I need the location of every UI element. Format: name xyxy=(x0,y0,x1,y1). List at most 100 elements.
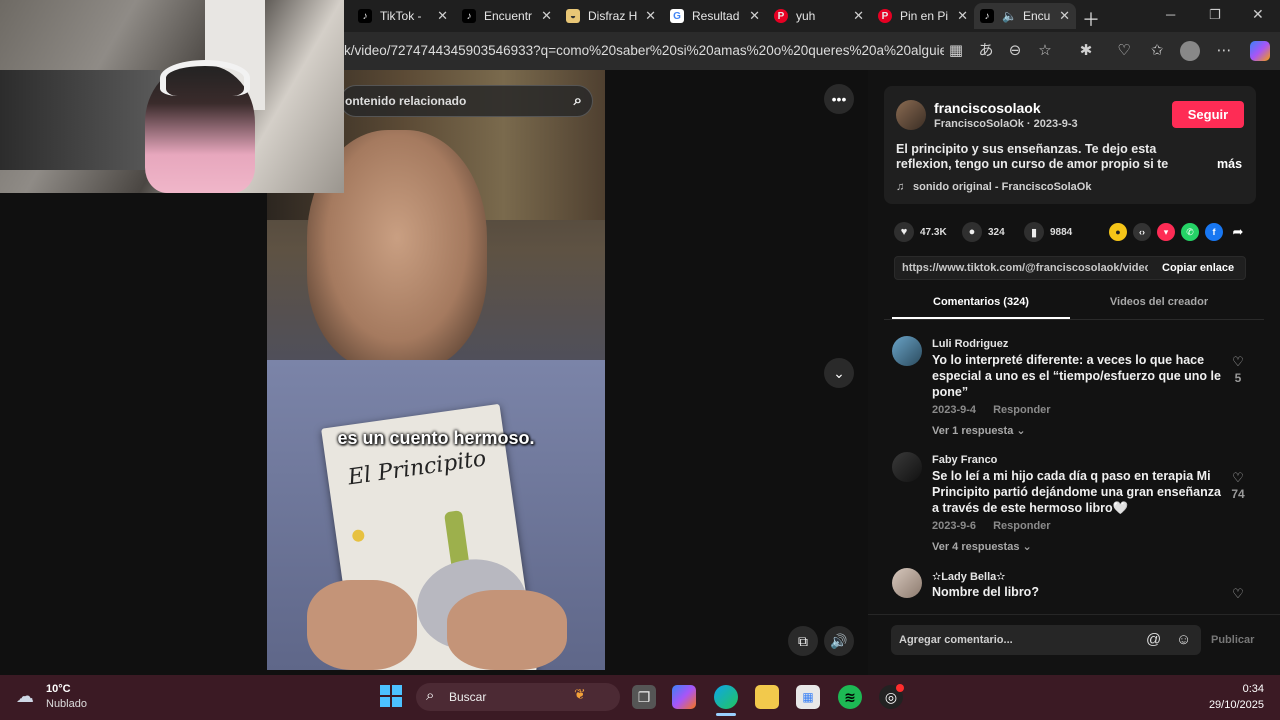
miniplayer-button[interactable]: ⧉ xyxy=(788,626,818,656)
restore-button[interactable]: ❐ xyxy=(1209,7,1221,23)
weather-desc: Nublado xyxy=(46,698,87,710)
whatsapp-icon[interactable]: ✆ xyxy=(1181,223,1199,241)
commenter-name[interactable]: Luli Rodriguez xyxy=(932,338,1008,350)
creator-username[interactable]: franciscosolaok xyxy=(934,100,1041,116)
translate-icon[interactable]: あ xyxy=(976,41,996,61)
comment-date: 2023-9-6 xyxy=(932,520,977,532)
copy-link-button[interactable]: Copiar enlace xyxy=(1162,262,1234,274)
favorite-star-icon[interactable]: ☆ xyxy=(1035,41,1055,61)
view-replies-link[interactable]: Ver 1 respuesta ⌄ xyxy=(932,424,1026,437)
creator-avatar[interactable] xyxy=(896,100,926,130)
comment-text: Nombre del libro? xyxy=(932,585,1039,599)
comment-like-icon[interactable]: ♡ xyxy=(1228,470,1248,486)
send-share-icon[interactable]: ▾ xyxy=(1157,223,1175,241)
commenter-avatar[interactable] xyxy=(892,452,922,482)
minimize-button[interactable]: ─ xyxy=(1166,7,1175,22)
extensions-icon[interactable]: ✱ xyxy=(1076,41,1096,61)
embed-code-icon[interactable]: ‹› xyxy=(1133,223,1151,241)
reply-button[interactable]: Responder xyxy=(993,520,1050,532)
emoji-icon[interactable]: ☺ xyxy=(1176,631,1191,648)
profile-avatar[interactable] xyxy=(1180,41,1200,61)
like-stat[interactable]: ♥ 47.3K xyxy=(894,222,947,242)
related-content-search[interactable]: ontenido relacionado ⌕ xyxy=(340,85,593,117)
comment-item: Faby Franco Se lo leí a mi hijo cada día… xyxy=(892,452,1252,554)
tab-encuentra-active[interactable]: ♪ 🔈 Encu ✕ xyxy=(974,3,1076,29)
copilot-icon[interactable] xyxy=(1250,41,1270,61)
copilot-app-icon[interactable] xyxy=(672,685,696,709)
close-tab-icon[interactable]: ✕ xyxy=(645,8,656,24)
speaker-icon: 🔈 xyxy=(1002,9,1017,23)
favorites-icon[interactable]: ✩ xyxy=(1147,41,1167,61)
comment-like-icon[interactable]: ♡ xyxy=(1228,586,1248,602)
book-title: El Principito xyxy=(346,446,488,491)
file-explorer-icon[interactable] xyxy=(755,685,779,709)
facebook-icon[interactable]: f xyxy=(1205,223,1223,241)
video-subtitle: es un cuento hermoso. xyxy=(337,428,535,448)
pinterest-icon: P xyxy=(878,9,892,23)
comment-text: Yo lo interpreté diferente: a veces lo q… xyxy=(932,353,1221,399)
chevron-down-icon: ⌄ xyxy=(1022,541,1032,553)
tab-encuentra-1[interactable]: ♪ Encuentr ✕ xyxy=(456,3,558,29)
mask-icon: ◒ xyxy=(566,9,580,23)
more-options-icon[interactable]: ⋯ xyxy=(1214,41,1234,61)
webcam-overlay xyxy=(0,0,344,193)
search-icon[interactable]: ⌕ xyxy=(574,86,582,116)
taskbar-search[interactable]: ⌕ Buscar ❦ xyxy=(416,683,620,711)
store-icon[interactable]: ▦ xyxy=(796,685,820,709)
close-tab-icon[interactable]: ✕ xyxy=(853,8,864,24)
commenter-name[interactable]: Faby Franco xyxy=(932,454,997,466)
start-button[interactable] xyxy=(380,685,402,707)
url-field[interactable]: k/video/7274744345903546933?q=como%20sab… xyxy=(344,39,944,63)
left-hand xyxy=(307,580,417,670)
google-icon: G xyxy=(670,9,684,23)
tab-pin[interactable]: P Pin en Pi ✕ xyxy=(872,3,974,29)
active-app-indicator xyxy=(716,713,736,716)
post-button[interactable]: Publicar xyxy=(1211,634,1254,646)
view-replies-link[interactable]: Ver 4 respuestas ⌄ xyxy=(932,540,1032,553)
comment-stat[interactable]: ● 324 xyxy=(962,222,1005,242)
tab-yuh[interactable]: P yuh ✕ xyxy=(768,3,870,29)
weather-temp[interactable]: 10°C xyxy=(46,683,71,695)
new-tab-button[interactable]: ＋ xyxy=(1082,6,1100,32)
more-options-button[interactable]: ••• xyxy=(824,84,854,114)
edge-app-icon[interactable] xyxy=(714,685,738,709)
spotify-icon[interactable]: ≋ xyxy=(838,685,862,709)
clock-time[interactable]: 0:34 xyxy=(1200,683,1264,695)
coin-share-icon[interactable]: ● xyxy=(1109,223,1127,241)
follow-button[interactable]: Seguir xyxy=(1172,101,1244,128)
tab-resultados[interactable]: G Resultad ✕ xyxy=(664,3,766,29)
task-view-icon[interactable]: ❐ xyxy=(632,685,656,709)
close-tab-icon[interactable]: ✕ xyxy=(437,8,448,24)
right-hand xyxy=(447,590,567,670)
mention-icon[interactable]: @ xyxy=(1146,631,1161,648)
tab-creator-videos[interactable]: Videos del creador xyxy=(1070,296,1248,308)
browser-essentials-icon[interactable]: ♡ xyxy=(1114,41,1134,61)
commenter-name[interactable]: ✫Lady Bella✫ xyxy=(932,570,1005,583)
split-screen-icon[interactable]: ▦ xyxy=(946,41,966,61)
share-link-url[interactable]: https://www.tiktok.com/@franciscosolaok/… xyxy=(902,262,1148,274)
comment-text: Se lo leí a mi hijo cada día q paso en t… xyxy=(932,469,1221,515)
more-description-link[interactable]: más xyxy=(1217,157,1242,171)
zoom-icon[interactable]: ⊖ xyxy=(1005,41,1025,61)
comment-item: ✫Lady Bella✫ Nombre del libro? ♡ xyxy=(892,568,1252,610)
sound-link[interactable]: sonido original - FranciscoSolaOk xyxy=(913,181,1091,193)
share-arrow-icon[interactable]: ➦ xyxy=(1229,223,1247,241)
save-stat[interactable]: ▮ 9884 xyxy=(1024,222,1072,242)
close-tab-icon[interactable]: ✕ xyxy=(749,8,760,24)
reply-button[interactable]: Responder xyxy=(993,404,1050,416)
close-window-button[interactable]: ✕ xyxy=(1252,6,1264,23)
tab-tiktok[interactable]: ♪ TikTok - ✕ xyxy=(352,3,454,29)
next-video-button[interactable]: ⌄ xyxy=(824,358,854,388)
comment-meta: 2023-9-6 Responder xyxy=(932,520,1065,532)
volume-button[interactable]: 🔊 xyxy=(824,626,854,656)
commenter-avatar[interactable] xyxy=(892,568,922,598)
comment-like-icon[interactable]: ♡ xyxy=(1228,354,1248,370)
tiktok-icon: ♪ xyxy=(358,9,372,23)
tab-disfraz[interactable]: ◒ Disfraz H ✕ xyxy=(560,3,662,29)
close-tab-icon[interactable]: ✕ xyxy=(1059,8,1070,24)
close-tab-icon[interactable]: ✕ xyxy=(541,8,552,24)
commenter-avatar[interactable] xyxy=(892,336,922,366)
chevron-down-icon: ⌄ xyxy=(1016,425,1026,437)
tab-comments[interactable]: Comentarios (324) xyxy=(892,296,1070,308)
close-tab-icon[interactable]: ✕ xyxy=(957,8,968,24)
